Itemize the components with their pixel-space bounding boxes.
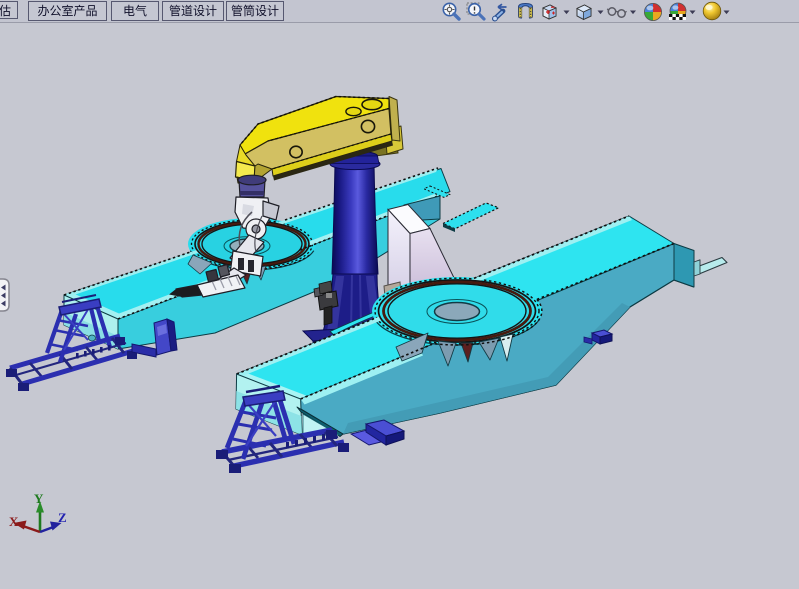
svg-text:X: X <box>9 514 19 529</box>
svg-text:Y: Y <box>34 491 44 506</box>
svg-text:Z: Z <box>58 510 67 525</box>
